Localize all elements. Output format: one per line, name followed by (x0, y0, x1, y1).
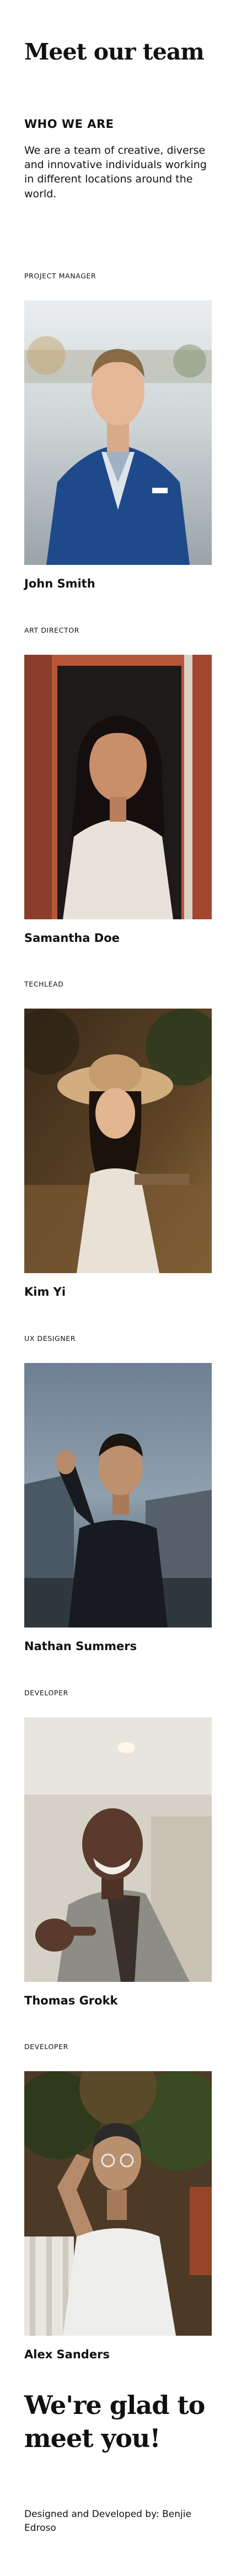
member-role: UX DESIGNER (24, 1334, 76, 1343)
member-role: PROJECT MANAGER (24, 272, 96, 280)
intro-text: We are a team of creative, diverse and i… (24, 144, 207, 200)
intro-heading: WHO WE ARE (24, 117, 114, 131)
member-role: DEVELOPER (24, 1689, 68, 1697)
team-member-card: TECHLEAD Kim Yi (24, 980, 212, 1298)
credits-text: Designed and Developed by: Benjie Edroso (24, 2509, 191, 2534)
team-member-card: PROJECT MANAGER John Smith (24, 272, 212, 590)
member-name: John Smith (24, 577, 95, 590)
team-member-card: ART DIRECTOR Samantha Doe (24, 626, 212, 945)
member-name: Kim Yi (24, 1285, 66, 1298)
team-member-card: DEVELOPER Alex Sanders (24, 2043, 212, 2361)
member-photo (24, 1717, 212, 1982)
member-name: Thomas Grokk (24, 1994, 118, 2007)
team-member-card: DEVELOPER Thomas Grokk (24, 1689, 212, 2007)
member-role: TECHLEAD (24, 980, 64, 988)
page-title: Meet our team (24, 39, 205, 65)
member-photo (24, 1363, 212, 1627)
team-member-card: UX DESIGNER Nathan Summers (24, 1334, 212, 1653)
member-photo (24, 2071, 212, 2336)
member-photo (24, 655, 212, 919)
outro-title: We're glad to meet you! (24, 2390, 205, 2453)
member-photo (24, 1009, 212, 1273)
member-photo (24, 300, 212, 565)
member-role: DEVELOPER (24, 2043, 68, 2051)
member-name: Nathan Summers (24, 1640, 137, 1653)
member-role: ART DIRECTOR (24, 626, 79, 634)
member-name: Samantha Doe (24, 931, 120, 945)
member-name: Alex Sanders (24, 2348, 110, 2361)
